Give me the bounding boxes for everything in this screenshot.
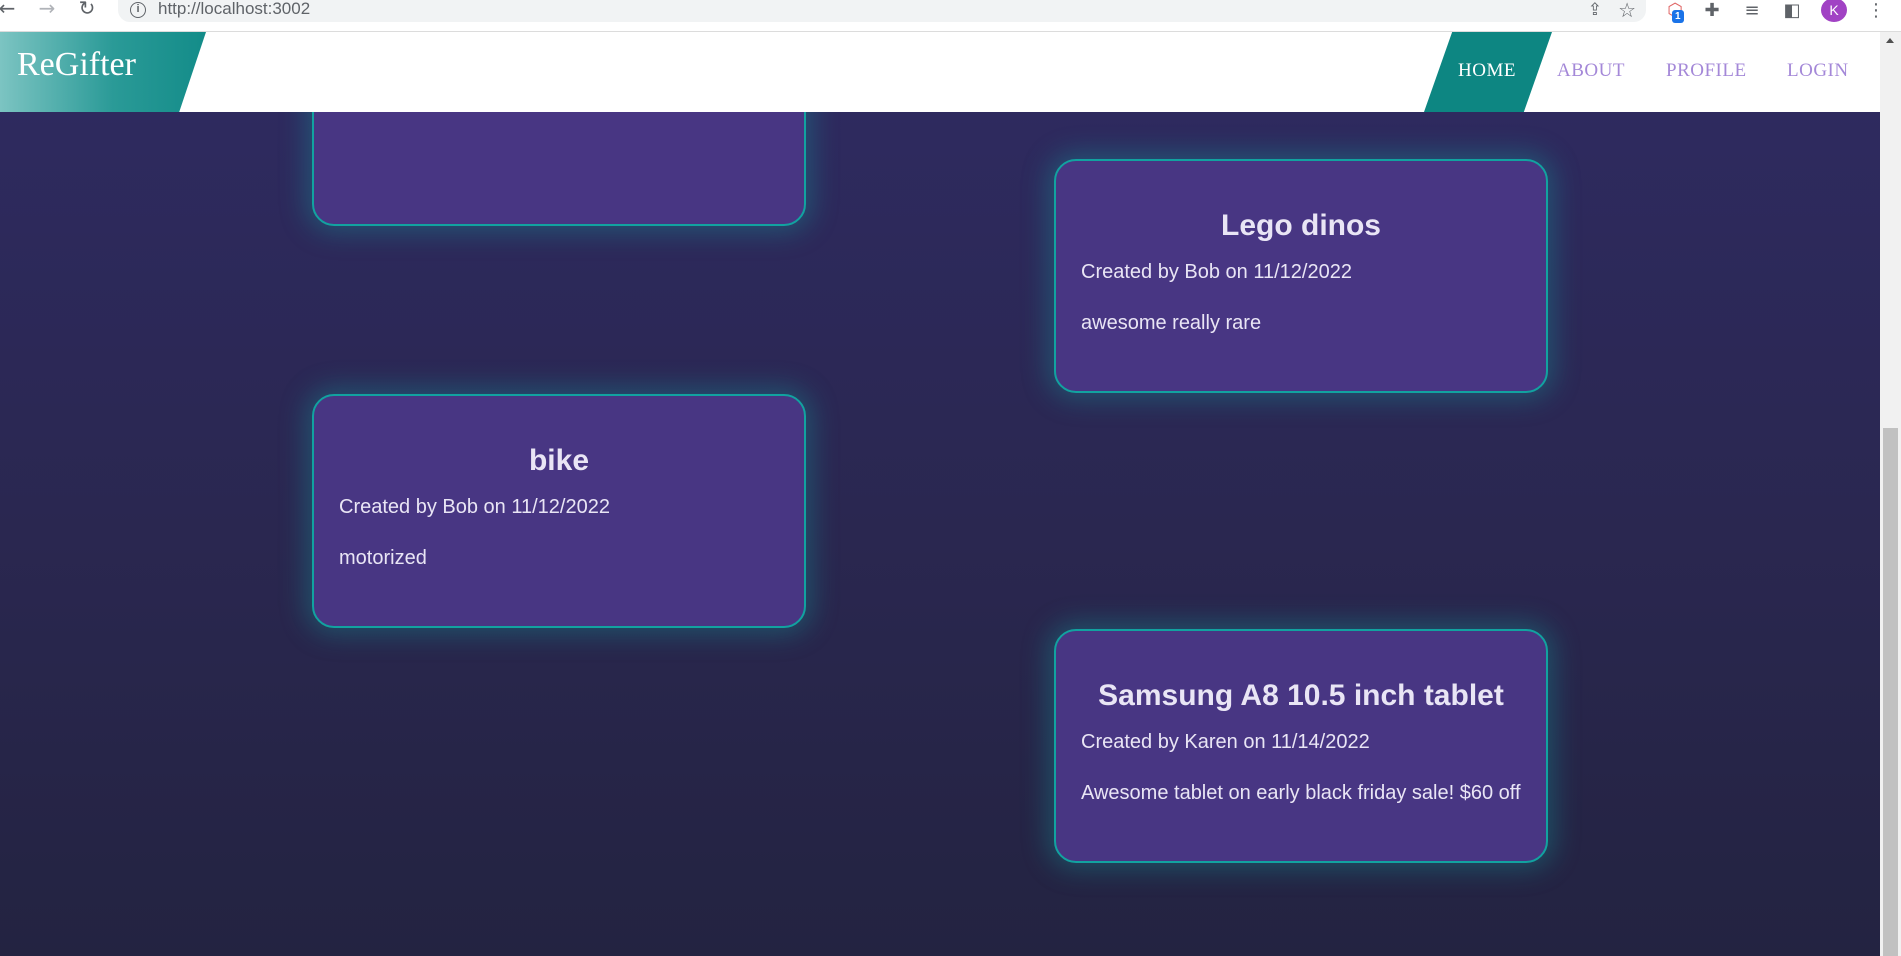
scroll-up-arrow-icon[interactable] (1886, 38, 1894, 43)
puzzle-extensions-icon[interactable]: ✚ (1700, 0, 1724, 22)
nav-login[interactable]: LOGIN (1787, 60, 1849, 82)
gift-description: motorized (339, 547, 427, 569)
reload-icon[interactable]: ↻ (74, 0, 100, 20)
reading-list-icon[interactable]: ≡ (1740, 0, 1764, 22)
profile-avatar[interactable]: K (1821, 0, 1847, 22)
gift-list: Lego dinos Created by Bob on 11/12/2022 … (0, 112, 1880, 956)
browser-toolbar: ← → ↻ i http://localhost:3002 ⇪ ☆ ⬡ 1 ✚ … (0, 0, 1901, 32)
side-panel-icon[interactable]: ◧ (1780, 0, 1804, 22)
page-scrollbar[interactable] (1880, 32, 1901, 956)
nav-about[interactable]: ABOUT (1557, 60, 1625, 82)
site-header: ReGifter HOME ABOUT PROFILE LOGIN (0, 32, 1880, 112)
gift-meta: Created by Bob on 11/12/2022 (339, 496, 610, 518)
gift-meta: Created by Karen on 11/14/2022 (1081, 731, 1370, 753)
address-bar[interactable]: i http://localhost:3002 ⇪ ☆ (118, 0, 1646, 22)
forward-icon[interactable]: → (34, 0, 60, 20)
extension-badge: 1 (1672, 10, 1684, 23)
gift-title: Lego dinos (1221, 209, 1381, 242)
gift-title: bike (528, 444, 590, 477)
gift-card[interactable]: bike Created by Bob on 11/12/2022 motori… (312, 394, 806, 628)
scroll-thumb[interactable] (1883, 428, 1898, 956)
gift-meta: Created by Bob on 11/12/2022 (1081, 261, 1352, 283)
site-logo[interactable]: ReGifter (17, 46, 136, 84)
gift-title: Samsung A8 10.5 inch tablet (1098, 679, 1504, 712)
back-icon[interactable]: ← (0, 0, 20, 20)
url-text[interactable]: http://localhost:3002 (158, 0, 310, 18)
gift-description: awesome really rare (1081, 312, 1262, 334)
share-icon[interactable]: ⇪ (1588, 0, 1602, 20)
bookmark-star-icon[interactable]: ☆ (1618, 0, 1636, 23)
gift-card[interactable]: Lego dinos Created by Bob on 11/12/2022 … (1054, 159, 1548, 393)
site-info-icon[interactable]: i (130, 2, 146, 18)
gift-description: Awesome tablet on early black friday sal… (1081, 782, 1521, 804)
gift-card[interactable] (312, 112, 806, 226)
nav-profile[interactable]: PROFILE (1666, 60, 1747, 82)
browser-menu-icon[interactable]: ⋮ (1864, 0, 1888, 22)
nav-home[interactable]: HOME (1458, 60, 1516, 82)
gift-card[interactable]: Samsung A8 10.5 inch tablet Created by K… (1054, 629, 1548, 863)
